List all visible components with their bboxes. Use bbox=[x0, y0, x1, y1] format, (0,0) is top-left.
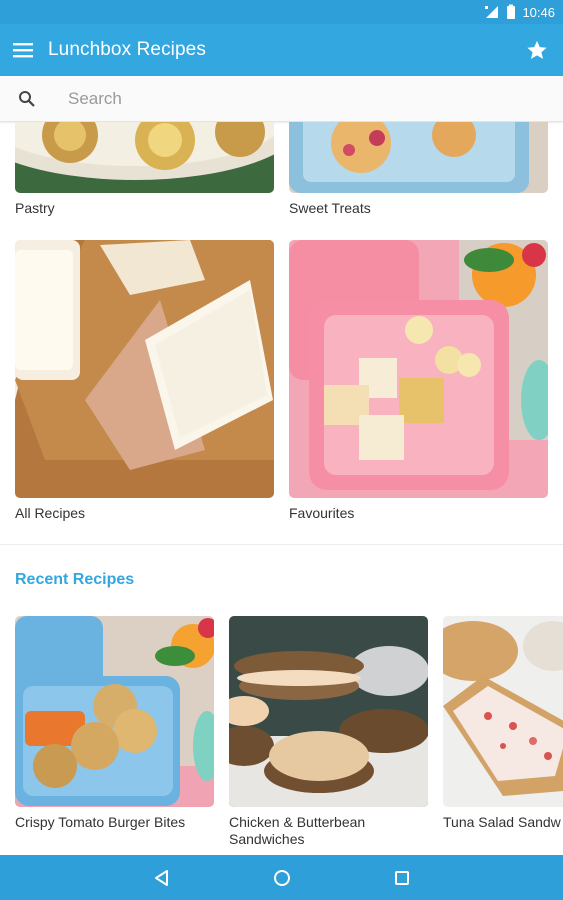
recent-recipe-card[interactable]: Tuna Salad Sandw bbox=[443, 616, 563, 831]
content-scroll[interactable]: Pastry Sweet Treats All Recipes Favourit… bbox=[0, 122, 563, 855]
hamburger-icon bbox=[13, 43, 33, 58]
all-recipes-image bbox=[15, 240, 274, 498]
app-title: Lunchbox Recipes bbox=[48, 39, 206, 60]
status-bar: 10:46 bbox=[0, 0, 563, 24]
recipe-image bbox=[443, 616, 563, 807]
search-bar bbox=[0, 76, 563, 122]
back-triangle-icon bbox=[154, 869, 168, 886]
category-tile-pastry[interactable]: Pastry bbox=[15, 122, 274, 216]
section-divider bbox=[0, 544, 563, 545]
recent-recipe-card[interactable]: Crispy Tomato Burger Bites bbox=[15, 616, 214, 831]
app-bar: Lunchbox Recipes bbox=[0, 24, 563, 76]
favourites-star-button[interactable] bbox=[511, 24, 563, 76]
search-icon[interactable] bbox=[0, 90, 54, 108]
recent-recipe-card[interactable]: Chicken & Butterbean Sandwiches bbox=[229, 616, 428, 848]
recents-button[interactable] bbox=[342, 855, 462, 900]
category-tile-all-recipes[interactable]: All Recipes bbox=[15, 240, 274, 521]
category-label: All Recipes bbox=[15, 505, 86, 521]
back-button[interactable] bbox=[102, 855, 222, 900]
star-icon bbox=[527, 40, 547, 59]
category-label: Favourites bbox=[289, 505, 355, 521]
system-nav-bar bbox=[0, 855, 563, 900]
recipe-image bbox=[15, 616, 214, 807]
recipe-label: Crispy Tomato Burger Bites bbox=[15, 814, 186, 830]
signal-icon bbox=[484, 4, 500, 20]
recent-recipes-title: Recent Recipes bbox=[15, 571, 135, 588]
recipe-label: Tuna Salad Sandw bbox=[443, 814, 561, 830]
category-label: Sweet Treats bbox=[289, 200, 371, 216]
clock: 10:46 bbox=[522, 4, 555, 20]
recipe-image bbox=[229, 616, 428, 807]
battery-icon bbox=[506, 4, 516, 20]
menu-button[interactable] bbox=[0, 24, 46, 76]
recipe-label: Chicken & Butterbean Sandwiches bbox=[229, 814, 366, 847]
category-tile-favourites[interactable]: Favourites bbox=[289, 240, 548, 521]
category-label: Pastry bbox=[15, 200, 55, 216]
category-tile-sweet-treats[interactable]: Sweet Treats bbox=[289, 122, 548, 216]
pastry-image bbox=[15, 122, 274, 193]
search-input[interactable] bbox=[68, 88, 488, 109]
favourites-image bbox=[289, 240, 548, 498]
home-circle-icon bbox=[273, 869, 290, 886]
sweet-treats-image bbox=[289, 122, 548, 193]
recents-square-icon bbox=[394, 870, 409, 885]
home-button[interactable] bbox=[222, 855, 342, 900]
